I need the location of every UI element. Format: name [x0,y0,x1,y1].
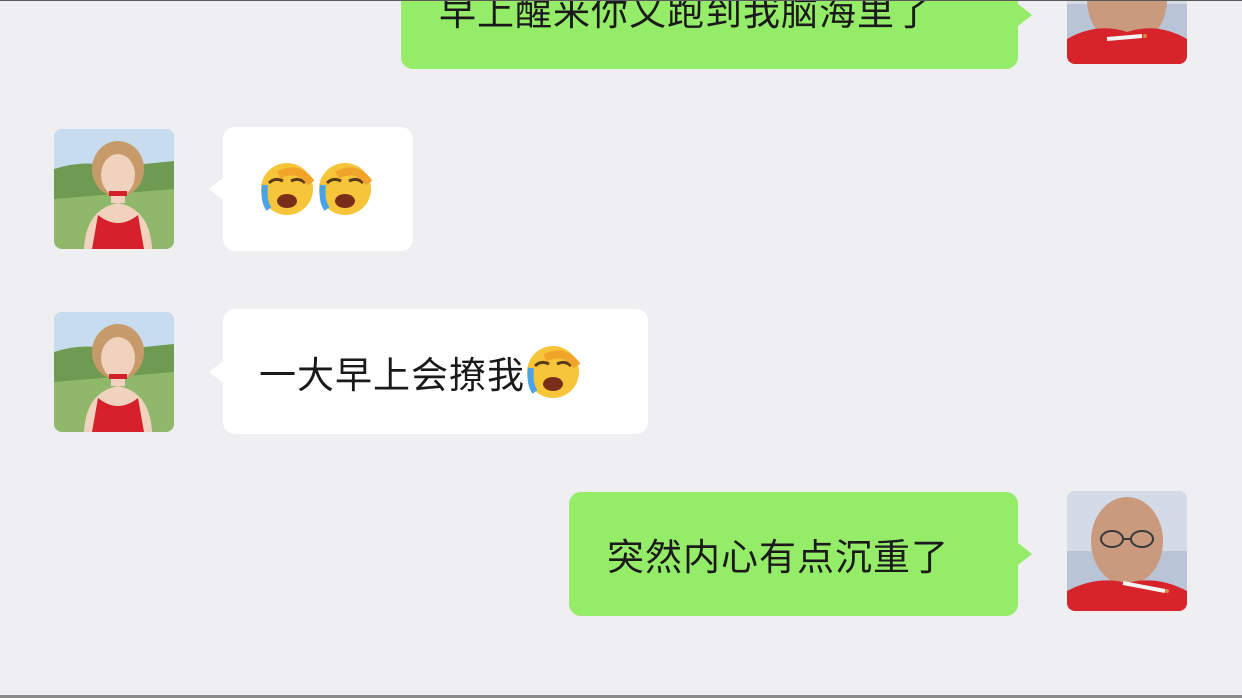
incoming-message-bubble[interactable]: 一大早上会撩我 [209,309,648,434]
contact-avatar[interactable] [54,312,174,432]
loudly-crying-face-emoji [525,344,581,400]
contact-avatar[interactable] [54,129,174,249]
message-text: 突然内心有点沉重了 [607,536,949,579]
chat-conversation: 早上醒来你又跑到我脑海里了 一大早上会撩我 突然内心有点沉重了 [0,0,1242,698]
loudly-crying-face-emoji [259,161,315,217]
message-text: 早上醒来你又跑到我脑海里了 [439,0,933,34]
self-avatar[interactable] [1067,491,1187,611]
outgoing-message-bubble[interactable]: 突然内心有点沉重了 [569,492,1032,616]
loudly-crying-face-emoji [317,161,373,217]
outgoing-message-bubble[interactable]: 早上醒来你又跑到我脑海里了 [401,0,1032,69]
message-text: 一大早上会撩我 [259,353,525,397]
incoming-message-bubble[interactable] [209,127,413,251]
self-avatar[interactable] [1067,1,1187,64]
